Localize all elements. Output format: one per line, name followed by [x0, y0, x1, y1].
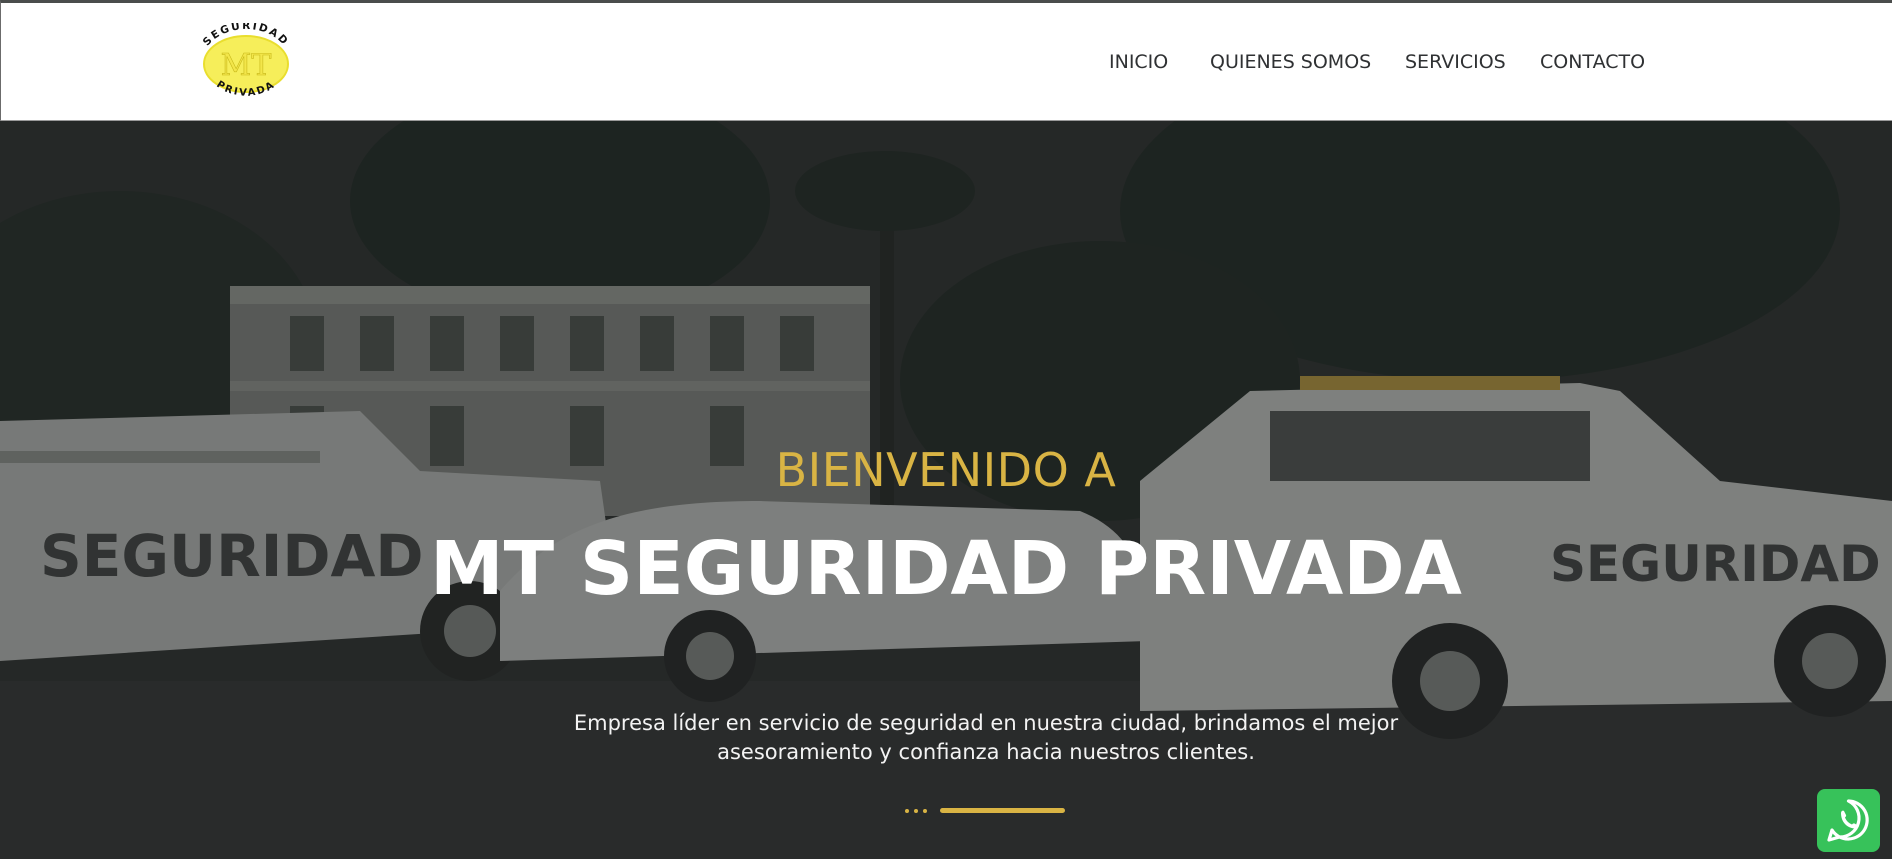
hero-title: MT SEGURIDAD PRIVADA	[430, 526, 1462, 612]
logo[interactable]: SEGURIDAD PRIVADA MT	[194, 23, 298, 105]
divider-dot	[923, 809, 927, 813]
whatsapp-icon	[1827, 799, 1869, 842]
whatsapp-button[interactable]	[1817, 789, 1880, 852]
site-header: SEGURIDAD PRIVADA MT INICIO QUIENES SOMO…	[0, 0, 1892, 121]
nav-inicio[interactable]: INICIO	[1109, 51, 1168, 73]
logo-emblem: SEGURIDAD PRIVADA MT	[201, 23, 289, 99]
nav-quienes-somos[interactable]: QUIENES SOMOS	[1210, 51, 1371, 73]
divider-dot	[905, 809, 909, 813]
divider-bar	[940, 808, 1065, 813]
nav-contacto[interactable]: CONTACTO	[1540, 51, 1645, 73]
logo-initials: MT	[221, 48, 272, 83]
hero-section: SEGURIDAD SEGURIDAD BIENVENIDO A MT SEGU…	[0, 121, 1892, 859]
hero-description: Empresa líder en servicio de seguridad e…	[573, 711, 1399, 764]
hero-kicker: BIENVENIDO A	[775, 443, 1117, 497]
divider-dot	[914, 809, 918, 813]
hero-divider	[905, 808, 1065, 814]
nav-servicios[interactable]: SERVICIOS	[1405, 51, 1506, 73]
